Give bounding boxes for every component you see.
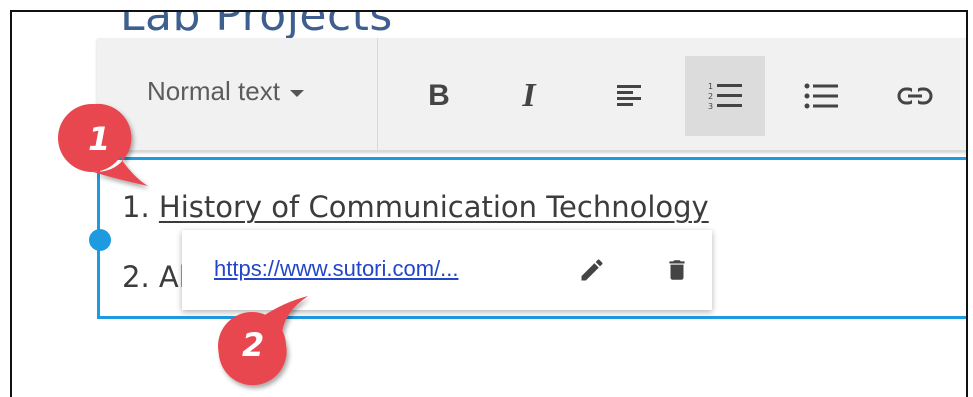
linked-text[interactable]: History of Communication Technology <box>159 190 709 224</box>
trash-icon <box>669 260 685 280</box>
list-item[interactable]: 1. History of Communication Technology <box>122 190 709 224</box>
svg-text:2: 2 <box>708 92 713 101</box>
pencil-icon <box>581 259 603 281</box>
callout-marker-1: 1 <box>46 98 150 199</box>
callout-label: 2 <box>242 326 265 364</box>
insert-link-button[interactable] <box>875 56 955 136</box>
align-left-button[interactable] <box>589 56 669 136</box>
bold-button[interactable]: B <box>399 56 479 136</box>
bold-icon: B <box>428 79 450 112</box>
italic-icon: I <box>522 77 536 114</box>
page-title: Lab Projects <box>120 10 393 41</box>
link-icon <box>897 87 933 105</box>
screenshot-frame: Lab Projects Normal text B I 1 2 3 1. Hi… <box>10 10 968 397</box>
link-url[interactable]: https://www.sutori.com/... <box>214 256 459 282</box>
bulleted-list-button[interactable] <box>781 56 861 136</box>
caret-down-icon <box>289 90 304 97</box>
text-style-value: Normal text <box>147 76 280 106</box>
list-number: 2. <box>122 260 150 294</box>
bulleted-list-icon <box>804 83 838 109</box>
remove-link-button[interactable] <box>659 252 695 288</box>
text-style-dropdown[interactable]: Normal text <box>147 76 304 107</box>
list-item[interactable]: 2. Al <box>122 260 187 294</box>
numbered-list-button[interactable]: 1 2 3 <box>685 56 765 136</box>
formatting-toolbar: Normal text B I 1 2 3 <box>97 38 966 151</box>
svg-text:1: 1 <box>708 82 713 91</box>
numbered-list-icon: 1 2 3 <box>708 82 742 111</box>
align-left-icon <box>617 85 641 106</box>
callout-marker-2: 2 <box>200 292 320 397</box>
italic-button[interactable]: I <box>489 56 569 136</box>
svg-text:3: 3 <box>708 102 713 111</box>
edit-link-button[interactable] <box>574 252 610 288</box>
toolbar-divider <box>377 38 378 150</box>
callout-label: 1 <box>88 120 111 158</box>
block-drag-handle[interactable] <box>89 229 111 251</box>
